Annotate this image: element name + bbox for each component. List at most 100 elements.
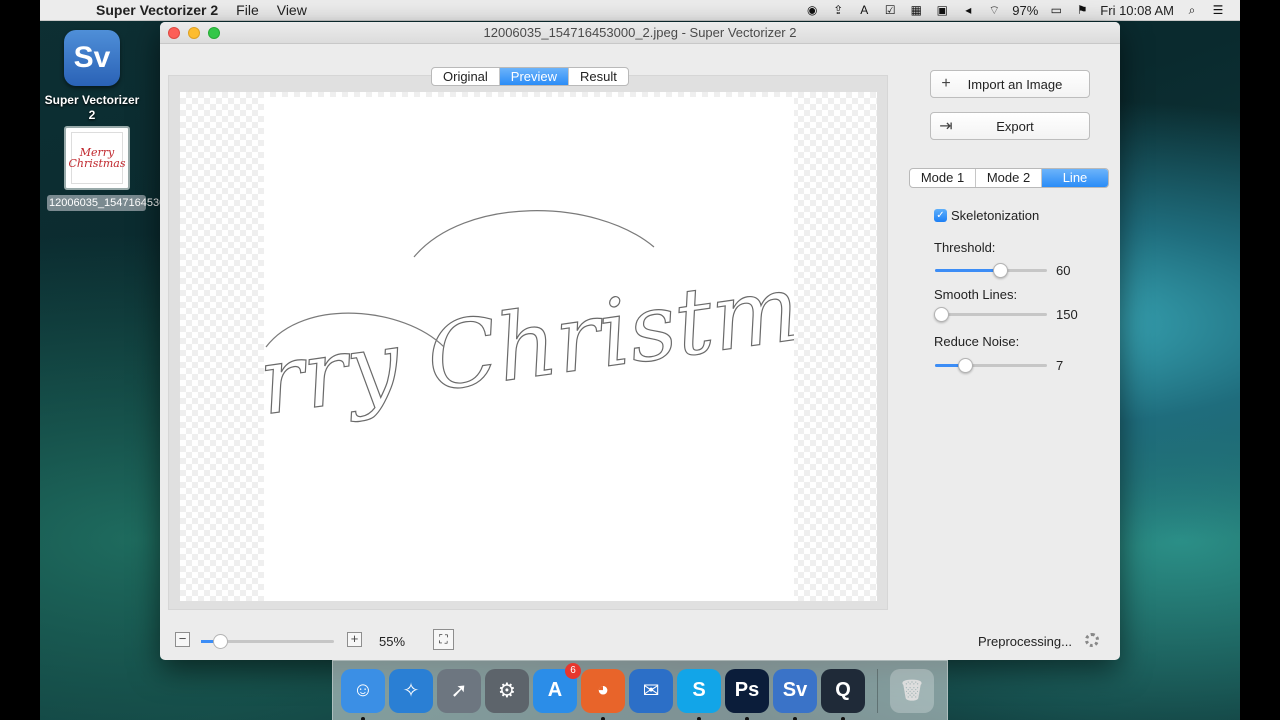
dock-finder-icon[interactable]: ☺ xyxy=(341,668,385,720)
plus-icon: + xyxy=(941,75,951,92)
dock-safari-icon[interactable]: ✧ xyxy=(389,668,433,713)
running-indicator xyxy=(745,716,749,720)
clock[interactable]: Fri 10:08 AM xyxy=(1100,3,1174,18)
export-icon: ⇥ xyxy=(939,118,953,135)
reduce-noise-slider[interactable] xyxy=(935,358,1047,373)
notification-center-icon[interactable]: ☰ xyxy=(1210,3,1226,17)
title-bar[interactable]: 12006035_154716453000_2.jpeg - Super Vec… xyxy=(160,22,1120,44)
progress-spinner-icon xyxy=(1085,633,1099,647)
tab-original[interactable]: Original xyxy=(432,68,500,85)
dock-super-vectorizer-icon[interactable]: Sv xyxy=(773,668,817,720)
reduce-noise-label: Reduce Noise: xyxy=(934,334,1020,349)
reduce-noise-slider-knob[interactable] xyxy=(958,358,974,373)
canvas-text: Merry Christmas! xyxy=(264,235,794,457)
running-indicator xyxy=(697,716,701,720)
running-indicator xyxy=(793,716,797,720)
mode-segmented-control: Mode 1 Mode 2 Line xyxy=(909,168,1109,188)
swash-top xyxy=(413,210,655,258)
import-image-label: Import an Image xyxy=(967,76,1063,92)
tab-result[interactable]: Result xyxy=(569,68,628,85)
dock: ☺ ✧ ➚ ⚙ A 6 ◕ ✉ S Ps Sv Q 🗑 xyxy=(332,660,948,720)
running-indicator xyxy=(361,716,365,720)
upload-icon[interactable]: ⇪ xyxy=(830,3,846,17)
line-mode-tab[interactable]: Line xyxy=(1042,169,1108,187)
dock-launchpad-icon[interactable]: ➚ xyxy=(437,668,481,713)
dock-skype-glyph: S xyxy=(692,679,706,701)
dock-separator xyxy=(877,668,878,713)
file-thumbnail[interactable]: Merry Christmas xyxy=(64,126,130,190)
battery-icon[interactable]: ▭ xyxy=(1048,3,1064,17)
import-image-button[interactable]: + Import an Image xyxy=(930,70,1090,98)
super-vectorizer-desktop-label[interactable]: Super Vectorizer 2 xyxy=(40,93,144,123)
fit-to-window-button[interactable]: ⛶ xyxy=(433,629,454,650)
dock-mail-glyph: ✉ xyxy=(642,680,660,702)
volume-icon[interactable]: ◂ xyxy=(960,3,976,17)
spotlight-icon[interactable]: ⌕ xyxy=(1184,3,1200,17)
export-button[interactable]: ⇥ Export xyxy=(930,112,1090,140)
dock-trash-icon[interactable]: 🗑 xyxy=(890,668,934,713)
dock-quicktime-glyph: Q xyxy=(835,679,851,701)
skeletonization-checkbox[interactable]: ✓ xyxy=(934,209,947,222)
tab-preview[interactable]: Preview xyxy=(499,68,570,85)
smooth-lines-slider-knob[interactable] xyxy=(933,307,949,322)
dock-system-preferences-icon[interactable]: ⚙ xyxy=(485,668,529,713)
super-vectorizer-desktop-icon[interactable]: Sv xyxy=(64,30,120,86)
lock-icon[interactable]: ▣ xyxy=(934,3,950,17)
file-desktop-label[interactable]: 12006035_154716453000_2.jpeg xyxy=(47,195,214,211)
notification-badge: 6 xyxy=(565,662,581,679)
smooth-lines-value: 150 xyxy=(1056,307,1078,322)
dock-super-vectorizer-glyph: Sv xyxy=(782,679,808,701)
dock-launchpad-glyph: ➚ xyxy=(450,680,468,702)
keyboard-icon[interactable]: ▦ xyxy=(908,3,924,17)
zoom-slider-knob[interactable] xyxy=(212,634,228,649)
dock-mail-icon[interactable]: ✉ xyxy=(629,668,673,713)
mode-1-tab[interactable]: Mode 1 xyxy=(910,169,976,187)
image-canvas[interactable]: Merry Christmas! xyxy=(160,92,944,601)
threshold-value: 60 xyxy=(1056,263,1071,278)
zoom-out-button[interactable]: − xyxy=(175,632,190,647)
threshold-slider-knob[interactable] xyxy=(992,263,1008,278)
dock-firefox-icon[interactable]: ◕ xyxy=(581,668,625,720)
trash-glyph: 🗑 xyxy=(899,680,925,702)
battery-percent[interactable]: 97% xyxy=(1012,3,1038,18)
skeletonization-option[interactable]: ✓ Skeletonization xyxy=(934,208,1039,223)
dock-photoshop-glyph: Ps xyxy=(734,679,760,701)
mode-2-tab[interactable]: Mode 2 xyxy=(976,169,1042,187)
zoom-slider[interactable] xyxy=(201,634,334,649)
dock-quicktime-icon[interactable]: Q xyxy=(821,668,865,720)
running-indicator xyxy=(841,716,845,720)
dock-firefox-glyph: ◕ xyxy=(596,679,610,701)
status-text: Preprocessing... xyxy=(978,634,1072,649)
threshold-slider-fill xyxy=(935,269,1000,272)
view-mode-segmented-control: Original Preview Result xyxy=(431,67,629,86)
adobe-icon[interactable]: A xyxy=(856,3,872,17)
letterbox-left xyxy=(0,0,40,720)
preview-image[interactable]: Merry Christmas! xyxy=(160,97,944,601)
merry-christmas-outline: Merry Christmas! xyxy=(160,210,944,458)
canvas-frame: Merry Christmas! xyxy=(160,75,944,610)
running-indicator xyxy=(601,716,605,720)
threshold-slider[interactable] xyxy=(935,263,1047,278)
dock-safari-glyph: ✧ xyxy=(402,680,420,702)
dock-skype-icon[interactable]: S xyxy=(677,668,721,720)
zoom-in-button[interactable]: + xyxy=(347,632,362,647)
app-menu[interactable]: Super Vectorizer 2 xyxy=(96,2,218,18)
app-window: 12006035_154716453000_2.jpeg - Super Vec… xyxy=(160,22,1120,660)
export-label: Export xyxy=(996,118,1034,134)
letterbox-right xyxy=(1240,0,1280,720)
file-menu[interactable]: File xyxy=(236,2,259,18)
smooth-lines-slider[interactable] xyxy=(933,307,1047,322)
dock-finder-glyph: ☺ xyxy=(352,679,374,701)
zoom-level: 55% xyxy=(379,634,406,649)
wifi-icon[interactable]: ⌔ xyxy=(986,3,1002,17)
file-thumbnail-preview: Merry Christmas xyxy=(69,132,126,184)
view-menu[interactable]: View xyxy=(277,2,307,18)
dock-photoshop-icon[interactable]: Ps xyxy=(725,668,769,720)
dock-app-store-icon[interactable]: A6 xyxy=(533,662,581,713)
check-icon[interactable]: ☑ xyxy=(882,3,898,17)
dock-system-preferences-glyph: ⚙ xyxy=(498,680,516,702)
record-icon[interactable]: ◉ xyxy=(804,3,820,17)
menu-bar: Super Vectorizer 2 File View ◉ ⇪ A ☑ ▦ ▣… xyxy=(40,0,1240,21)
dock-app-store-glyph: A xyxy=(547,679,563,701)
flag-icon[interactable]: ⚑ xyxy=(1074,3,1090,17)
